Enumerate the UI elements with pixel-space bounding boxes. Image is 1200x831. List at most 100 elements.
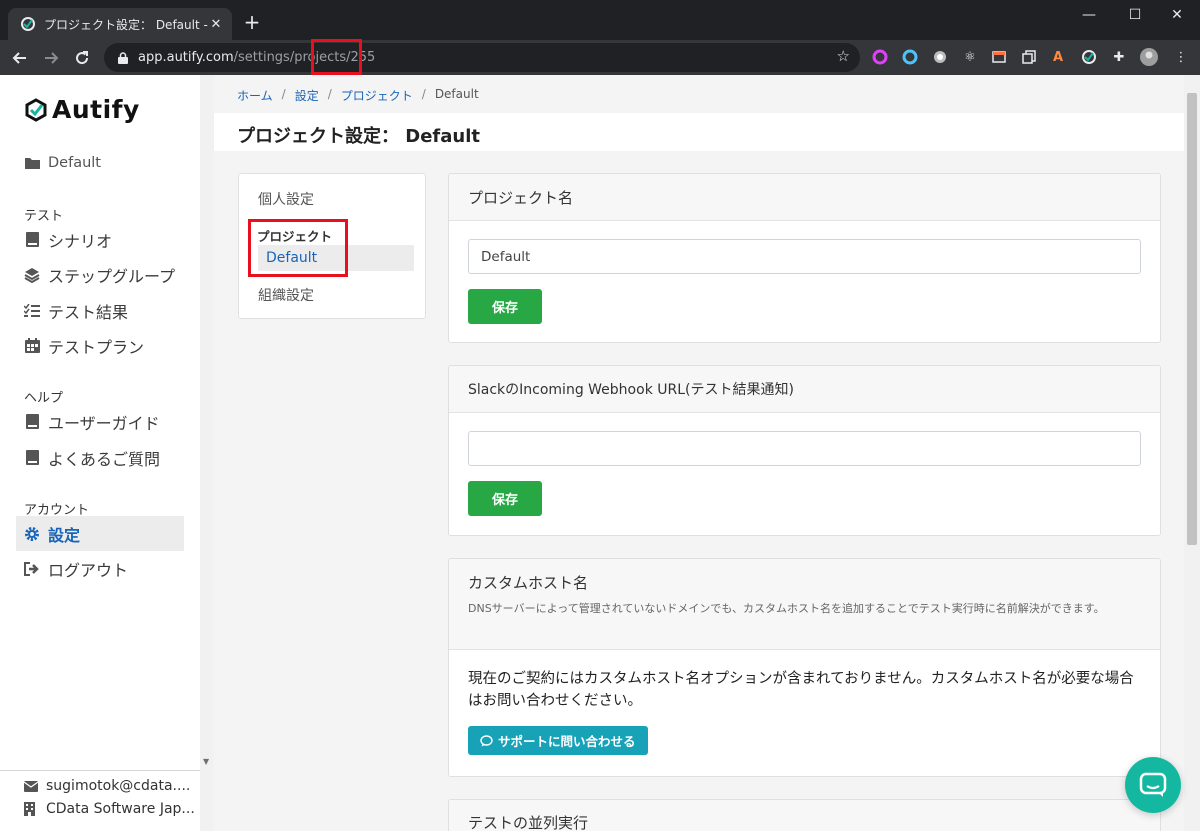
contact-support-label: サポートに問い合わせる bbox=[498, 734, 636, 749]
chat-icon bbox=[1139, 772, 1167, 797]
sidebar-item-label: テストプラン bbox=[48, 337, 145, 357]
extension-a-icon[interactable]: A bbox=[1049, 48, 1067, 66]
scroll-down-arrow-icon[interactable]: ▼ bbox=[203, 757, 209, 766]
sidebar-item-logout[interactable]: ログアウト bbox=[16, 551, 184, 586]
card-body: 現在のご契約にはカスタムホスト名オプションが含まれておりません。カスタムホスト名… bbox=[449, 650, 1160, 773]
sidebar-item-test-plan[interactable]: テストプラン bbox=[16, 328, 184, 363]
project-name-card: プロジェクト名 Default 保存 bbox=[448, 173, 1161, 343]
lock-icon bbox=[118, 51, 128, 64]
window-minimize-button[interactable]: — bbox=[1066, 0, 1112, 30]
sidebar-item-faq[interactable]: よくあるご質問 bbox=[16, 440, 184, 475]
organization-label: CData Software Jap... bbox=[46, 801, 195, 817]
slack-webhook-card: SlackのIncoming Webhook URL(テスト結果通知) 保存 bbox=[448, 365, 1161, 536]
address-bar[interactable]: app.autify.com/settings/projects/255 ☆ bbox=[104, 43, 860, 72]
profile-avatar[interactable] bbox=[1140, 48, 1158, 66]
extension-window-icon[interactable] bbox=[990, 48, 1008, 66]
speech-bubble-icon bbox=[480, 734, 493, 747]
sidebar-item-test-results[interactable]: テスト結果 bbox=[16, 293, 184, 328]
autify-logo-icon bbox=[25, 97, 47, 122]
sidebar-item-user-guide[interactable]: ユーザーガイド bbox=[16, 404, 184, 439]
building-icon bbox=[24, 802, 38, 816]
page-scrollbar[interactable] bbox=[1184, 75, 1200, 831]
extension-react-icon[interactable]: ⚛ bbox=[961, 48, 979, 66]
extension-copy-icon[interactable] bbox=[1020, 48, 1038, 66]
forward-icon[interactable] bbox=[39, 46, 63, 70]
save-project-name-button[interactable]: 保存 bbox=[468, 289, 542, 324]
extension-blue-circle-icon[interactable] bbox=[901, 48, 919, 66]
sidebar-item-settings[interactable]: 設定 bbox=[16, 516, 184, 551]
checklist-icon bbox=[24, 303, 40, 319]
book-icon bbox=[24, 232, 40, 248]
reload-icon[interactable] bbox=[70, 46, 94, 70]
window-maximize-button[interactable]: ☐ bbox=[1112, 0, 1158, 30]
extensions-puzzle-icon[interactable]: ✚ bbox=[1110, 48, 1128, 66]
bookmark-star-icon[interactable]: ☆ bbox=[837, 47, 850, 65]
extension-record-icon[interactable] bbox=[931, 48, 949, 66]
sidebar-item-scenario[interactable]: シナリオ bbox=[16, 222, 184, 257]
sidebar-scrollbar[interactable]: ▼ bbox=[200, 75, 214, 831]
breadcrumb-project[interactable]: プロジェクト bbox=[341, 87, 413, 104]
contact-support-button[interactable]: サポートに問い合わせる bbox=[468, 726, 648, 755]
page-title: プロジェクト設定： Default bbox=[237, 126, 480, 147]
card-header: プロジェクト名 bbox=[449, 174, 1160, 221]
project-name-input[interactable]: Default bbox=[468, 239, 1141, 274]
back-icon[interactable] bbox=[8, 46, 32, 70]
card-subtitle: DNSサーバーによって管理されていないドメインでも、カスタムホスト名を追加するこ… bbox=[468, 602, 1105, 615]
sidebar-item-label: テスト結果 bbox=[48, 302, 129, 322]
card-title: SlackのIncoming Webhook URL(テスト結果通知) bbox=[468, 382, 794, 398]
gear-icon bbox=[24, 526, 40, 542]
book-icon bbox=[24, 450, 40, 466]
subnav-organization-settings[interactable]: 組織設定 bbox=[258, 285, 314, 305]
card-title: テストの並列実行 bbox=[468, 814, 589, 831]
layers-icon bbox=[24, 267, 40, 283]
page-header: プロジェクト設定： Default bbox=[214, 113, 1184, 151]
sidebar-footer: sugimotok@cdata.... CData Software Jap..… bbox=[0, 770, 200, 831]
autify-logo[interactable]: Autify bbox=[24, 95, 140, 124]
card-title: カスタムホスト名 bbox=[468, 574, 589, 592]
highlight-box-url-id bbox=[311, 39, 362, 75]
sidebar-project-selector[interactable]: Default bbox=[16, 145, 184, 180]
breadcrumb-separator: / bbox=[327, 87, 332, 101]
breadcrumb-separator: / bbox=[421, 87, 426, 101]
custom-host-card: カスタムホスト名 DNSサーバーによって管理されていないドメインでも、カスタムホ… bbox=[448, 558, 1161, 777]
main-content: ホーム / 設定 / プロジェクト / Default プロジェクト設定： De… bbox=[214, 75, 1184, 831]
sign-out-icon bbox=[24, 561, 40, 577]
url-host: app.autify.com bbox=[138, 50, 234, 65]
browser-titlebar: プロジェクト設定： Default - Autify ✕ + — ☐ ✕ bbox=[0, 0, 1200, 40]
chat-launcher-button[interactable] bbox=[1125, 757, 1181, 813]
sidebar-item-label: シナリオ bbox=[48, 231, 113, 251]
extension-color-ring-icon[interactable] bbox=[871, 48, 889, 66]
new-tab-button[interactable]: + bbox=[240, 10, 264, 34]
slack-webhook-input[interactable] bbox=[468, 431, 1141, 466]
breadcrumb-current: Default bbox=[434, 87, 479, 101]
tab-close-icon[interactable]: ✕ bbox=[208, 17, 224, 32]
organization-name[interactable]: CData Software Jap... bbox=[24, 801, 195, 817]
autify-favicon-icon bbox=[21, 17, 35, 31]
user-email[interactable]: sugimotok@cdata.... bbox=[24, 778, 190, 794]
breadcrumb-settings[interactable]: 設定 bbox=[295, 87, 319, 104]
card-body: Default 保存 bbox=[449, 221, 1160, 342]
scrollbar-thumb[interactable] bbox=[1187, 93, 1197, 545]
browser-menu-icon[interactable]: ⋮ bbox=[1172, 48, 1190, 66]
brand-name: Autify bbox=[52, 95, 140, 124]
folder-icon bbox=[24, 155, 40, 171]
breadcrumb-home[interactable]: ホーム bbox=[237, 87, 273, 104]
card-header: カスタムホスト名 DNSサーバーによって管理されていないドメインでも、カスタムホ… bbox=[449, 559, 1160, 650]
window-close-button[interactable]: ✕ bbox=[1154, 0, 1200, 30]
extension-autify-icon[interactable] bbox=[1080, 48, 1098, 66]
subnav-personal-settings[interactable]: 個人設定 bbox=[258, 189, 314, 209]
sidebar-item-label: ステップグループ bbox=[48, 266, 176, 286]
sidebar-item-step-group[interactable]: ステップグループ bbox=[16, 257, 184, 292]
sidebar-item-label: ログアウト bbox=[48, 560, 129, 580]
tab-title: プロジェクト設定： Default - Autify bbox=[44, 17, 208, 32]
sidebar-project-label: Default bbox=[48, 154, 101, 171]
custom-host-notice: 現在のご契約にはカスタムホスト名オプションが含まれておりません。カスタムホスト名… bbox=[468, 671, 1134, 709]
sidebar-item-label: 設定 bbox=[48, 525, 81, 545]
book-icon bbox=[24, 414, 40, 430]
card-header: テストの並列実行 bbox=[449, 800, 1160, 831]
save-slack-webhook-button[interactable]: 保存 bbox=[468, 481, 542, 516]
browser-tab[interactable]: プロジェクト設定： Default - Autify ✕ bbox=[8, 8, 232, 40]
sidebar-item-label: ユーザーガイド bbox=[48, 413, 160, 433]
breadcrumb: ホーム / 設定 / プロジェクト / Default bbox=[237, 87, 479, 104]
highlight-box-project-nav bbox=[248, 219, 348, 277]
